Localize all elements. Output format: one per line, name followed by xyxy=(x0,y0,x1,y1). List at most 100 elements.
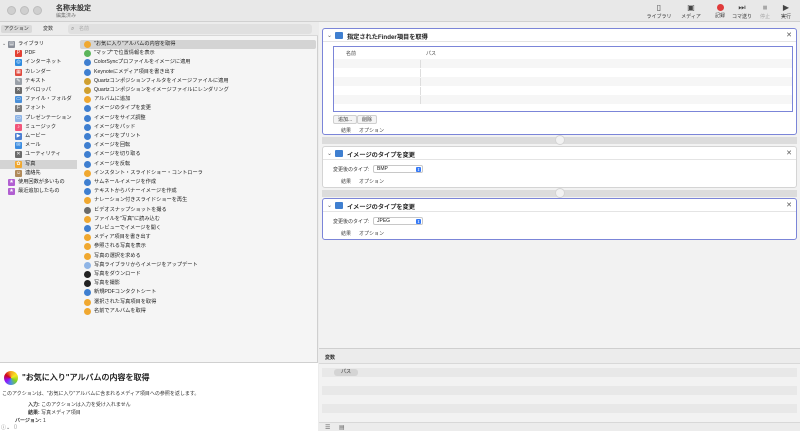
action-item[interactable]: メディア項目を書き出す xyxy=(80,233,316,242)
sidebar-category[interactable]: ⌄ ▤ ライブラリ xyxy=(0,40,77,49)
sidebar-category[interactable]: ▦ カレンダー xyxy=(0,68,77,77)
action-item[interactable]: イメージを反転 xyxy=(80,160,316,169)
action-item[interactable]: サムネールイメージを作成 xyxy=(80,178,316,187)
tab-options[interactable]: オプション xyxy=(359,229,384,239)
sidebar-category[interactable]: ▶ ムービー xyxy=(0,132,77,141)
type-select[interactable]: BMP ⇕ xyxy=(373,165,423,173)
action-item[interactable]: アルバムに追加 xyxy=(80,95,316,104)
sidebar-category[interactable]: ☺ 連絡先 xyxy=(0,169,77,178)
list-icon[interactable]: ☰ xyxy=(325,424,330,431)
action-item[interactable]: イメージをサイズ調整 xyxy=(80,114,316,123)
column-header-name[interactable]: 名前 xyxy=(346,50,356,57)
action-item[interactable]: Keynoteにメディア項目を書き出す xyxy=(80,68,316,77)
log-icon[interactable]: ▤ xyxy=(339,424,345,431)
toolbar-play-button[interactable]: ▶ 実行 xyxy=(771,2,800,22)
zoom-window-button[interactable] xyxy=(33,6,42,15)
close-icon[interactable]: ✕ xyxy=(786,31,792,39)
preview-icon xyxy=(335,150,343,157)
action-icon xyxy=(84,87,91,94)
delete-button[interactable]: 削除 xyxy=(357,115,378,124)
variable-row[interactable]: パス xyxy=(322,368,797,377)
sidebar-category[interactable]: ♪ ミュージック xyxy=(0,123,77,132)
record-icon xyxy=(716,4,724,11)
action-item[interactable]: 写真を撮影 xyxy=(80,279,316,288)
table-row[interactable] xyxy=(334,68,792,77)
action-item[interactable]: インスタント・スライドショー・コントローラ xyxy=(80,169,316,178)
tab-options[interactable]: オプション xyxy=(359,177,384,187)
action-item[interactable]: イメージのタイプを変更 xyxy=(80,104,316,113)
search-input[interactable]: ⌕ 名前 xyxy=(68,24,312,34)
chevron-down-icon[interactable]: ⌄ xyxy=(327,150,332,157)
action-label: ファイルを"写真"に読み込む xyxy=(94,215,160,222)
info-icon[interactable]: ⓘ⌄ xyxy=(1,424,10,431)
action-item[interactable]: 写真の選択を求める xyxy=(80,252,316,261)
action-item[interactable]: 参照される写真を表示 xyxy=(80,242,316,251)
action-item[interactable]: "マップ"で位置情報を表示 xyxy=(80,49,316,58)
action-item[interactable]: 選択された写真項目を取得 xyxy=(80,298,316,307)
action-item[interactable]: テキストからバナーイメージを作成 xyxy=(80,187,316,196)
action-item[interactable]: Quartzコンポジションフィルタをイメージファイルに適用 xyxy=(80,77,316,86)
toolbar-sidebar-button[interactable]: ▯ ライブラリ xyxy=(644,2,674,22)
sidebar-category[interactable]: P PDF xyxy=(0,49,77,58)
action-item[interactable]: ビデオスナップショットを撮る xyxy=(80,206,316,215)
category-label: 連絡先 xyxy=(25,169,41,176)
action-item[interactable]: イメージをプリント xyxy=(80,132,316,141)
action-item[interactable]: イメージを回転 xyxy=(80,141,316,150)
finder-items-table[interactable]: 名前 パス xyxy=(333,46,793,112)
close-window-button[interactable] xyxy=(7,6,16,15)
action-block-get-finder-items[interactable]: ⌄ 指定されたFinder項目を取得 ✕ 名前 パス 追加... 削除 結果 オ… xyxy=(322,28,797,135)
chevron-down-icon[interactable]: ⌄ xyxy=(2,40,6,49)
sidebar-category[interactable]: ▭ プレゼンテーション xyxy=(0,114,77,123)
action-block-change-type-jpeg[interactable]: ⌄ イメージのタイプを変更 ✕ 変更後のタイプ: JPEG ⇕ 結果 オプション xyxy=(322,198,797,240)
action-item[interactable]: 名前でアルバムを取得 xyxy=(80,307,316,316)
close-icon[interactable]: ✕ xyxy=(786,201,792,209)
column-header-path[interactable]: パス xyxy=(426,50,436,57)
table-row[interactable] xyxy=(334,86,792,95)
chevron-down-icon[interactable]: ⌄ xyxy=(327,202,332,209)
tab-results[interactable]: 結果 xyxy=(341,126,351,136)
sidebar-category[interactable]: ✕ デベロッパ xyxy=(0,86,77,95)
sidebar-category[interactable]: ★ 使用回数が多いもの xyxy=(0,178,77,187)
tab-options[interactable]: オプション xyxy=(359,126,384,136)
action-icon xyxy=(84,96,91,104)
action-item[interactable]: イメージを切り取る xyxy=(80,150,316,159)
variable-path[interactable]: パス xyxy=(334,369,358,376)
action-item[interactable]: ナレーション付きスライドショーを再生 xyxy=(80,196,316,205)
type-select-value: BMP xyxy=(377,166,388,172)
block-title: イメージのタイプを変更 xyxy=(347,204,415,211)
sidebar-category[interactable]: ▭ ファイル・フォルダ xyxy=(0,95,77,104)
sidebar-category[interactable]: ★ 最近追加したもの xyxy=(0,187,77,196)
tab-actions[interactable]: アクション xyxy=(1,25,32,33)
close-icon[interactable]: ✕ xyxy=(786,149,792,157)
add-button[interactable]: 追加... xyxy=(333,115,358,124)
type-select[interactable]: JPEG ⇕ xyxy=(373,217,423,225)
sidebar-category[interactable]: ✿ 写真 xyxy=(0,159,77,169)
action-item[interactable]: "お気に入り"アルバムの内容を取得 xyxy=(80,40,316,49)
action-item[interactable]: Quartzコンポジションをイメージファイルにレンダリング xyxy=(80,86,316,95)
sidebar-category[interactable]: ◎ インターネット xyxy=(0,58,77,67)
tab-results[interactable]: 結果 xyxy=(341,229,351,239)
tab-variables[interactable]: 変数 xyxy=(40,25,56,33)
action-item[interactable]: イメージをパッド xyxy=(80,123,316,132)
action-item[interactable]: 写真ライブラリからイメージをアップデート xyxy=(80,261,316,270)
sidebar-category[interactable]: ✕ ユーティリティ xyxy=(0,150,77,159)
chevron-down-icon[interactable]: ⌄ xyxy=(327,32,332,39)
toolbar-photo-button[interactable]: ▣ メディア xyxy=(676,2,706,22)
action-item[interactable]: 新規PDFコンタクトシート xyxy=(80,288,316,297)
action-block-change-type-bmp[interactable]: ⌄ イメージのタイプを変更 ✕ 変更後のタイプ: BMP ⇕ 結果 オプション xyxy=(322,146,797,188)
sidebar-category[interactable]: ✉ メール xyxy=(0,141,77,150)
table-row[interactable] xyxy=(334,77,792,86)
action-item[interactable]: 写真をダウンロード xyxy=(80,270,316,279)
sidebar-category[interactable]: F フォント xyxy=(0,104,77,113)
action-item[interactable]: ファイルを"写真"に読み込む xyxy=(80,215,316,224)
table-row[interactable] xyxy=(334,95,792,104)
action-item[interactable]: プレビューでイメージを開く xyxy=(80,224,316,233)
tab-results[interactable]: 結果 xyxy=(341,177,351,187)
table-row[interactable] xyxy=(334,59,792,68)
panel-toggle-icon[interactable]: ▯ xyxy=(14,424,17,430)
minimize-window-button[interactable] xyxy=(20,6,29,15)
sidebar-category[interactable]: ✎ テキスト xyxy=(0,77,77,86)
action-item[interactable]: ColorSyncプロファイルをイメージに適用 xyxy=(80,58,316,67)
category-label: 使用回数が多いもの xyxy=(18,179,65,185)
variable-row xyxy=(322,386,797,395)
